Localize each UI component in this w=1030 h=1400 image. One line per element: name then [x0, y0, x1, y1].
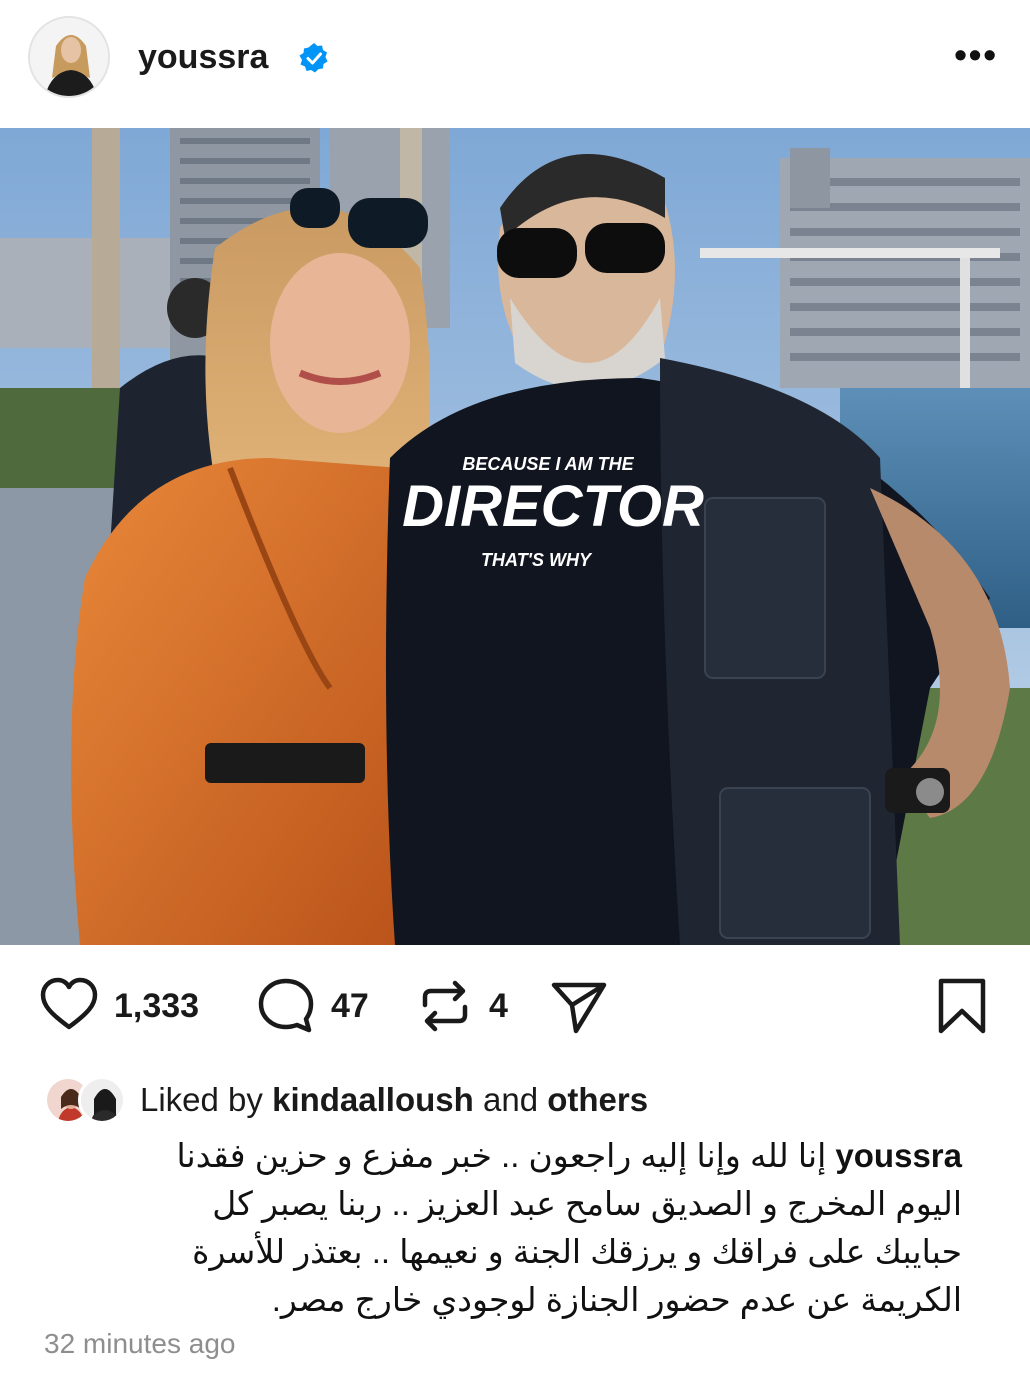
more-options-icon[interactable]: ••• [954, 34, 998, 76]
comment-action: 47 [255, 975, 369, 1037]
caption-text-2: اليوم المخرج و الصديق سامح عبد العزيز ..… [212, 1185, 962, 1222]
liked-by-user[interactable]: kindaalloush [272, 1081, 474, 1118]
caption-text-3: حبايبك على فراقك و يرزقك الجنة و نعيمها … [192, 1233, 962, 1270]
heart-icon[interactable] [38, 975, 100, 1037]
action-bar: 1,333 47 4 [0, 975, 1030, 1045]
post-photo[interactable]: BECAUSE I AM THE DIRECTOR THAT'S WHY [0, 128, 1030, 945]
liked-by: Liked by kindaalloush and others [44, 1075, 648, 1125]
avatar[interactable] [28, 16, 110, 98]
photo-illustration: BECAUSE I AM THE DIRECTOR THAT'S WHY [0, 128, 1030, 945]
liked-by-text: Liked by kindaalloush and others [140, 1081, 648, 1119]
username[interactable]: youssra [138, 38, 268, 77]
shirt-text-main: DIRECTOR [402, 474, 704, 539]
like-action: 1,333 [38, 975, 199, 1037]
liked-by-joiner: and [482, 1081, 539, 1118]
comment-icon[interactable] [255, 975, 317, 1037]
shirt-text-bottom: THAT'S WHY [481, 550, 593, 570]
caption-line: youssra إنا لله وإنا إليه راجعون .. خبر … [42, 1132, 963, 1180]
verified-badge-icon [299, 43, 328, 73]
comments-count[interactable]: 47 [331, 987, 369, 1026]
repost-icon[interactable] [415, 975, 475, 1037]
shirt-text-top: BECAUSE I AM THE [462, 454, 634, 474]
post-caption: youssra إنا لله وإنا إليه راجعون .. خبر … [42, 1132, 963, 1324]
liked-by-prefix: Liked by [140, 1081, 263, 1118]
save-action [934, 975, 990, 1037]
repost-action: 4 [415, 975, 508, 1037]
reposts-count[interactable]: 4 [489, 987, 508, 1026]
send-icon[interactable] [548, 975, 610, 1037]
caption-username[interactable]: youssra [835, 1137, 962, 1174]
share-action [548, 975, 610, 1037]
post-header: youssra ••• [0, 0, 1030, 125]
post-timestamp: 32 minutes ago [44, 1328, 236, 1359]
liker-avatar[interactable] [78, 1076, 126, 1124]
bookmark-icon[interactable] [934, 975, 990, 1037]
caption-text-4: الكريمة عن عدم حضور الجنازة لوجودي خارج … [271, 1281, 962, 1318]
likes-count[interactable]: 1,333 [114, 987, 199, 1026]
caption-text-1: إنا لله وإنا إليه راجعون .. خبر مفزع و ح… [176, 1137, 827, 1174]
liked-by-others[interactable]: others [547, 1081, 648, 1118]
